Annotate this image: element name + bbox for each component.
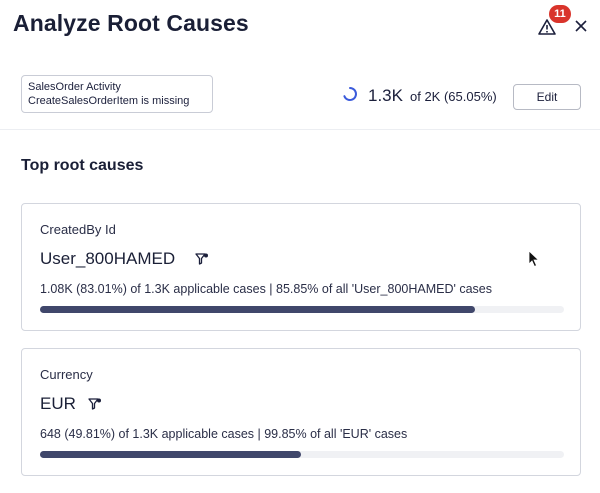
close-icon[interactable] [571, 16, 591, 36]
cause-statistics: 648 (49.81%) of 1.3K applicable cases | … [40, 427, 408, 441]
page-title: Analyze Root Causes [13, 10, 249, 36]
root-cause-card[interactable]: CreatedBy Id User_800HAMED 1.08K (83.01%… [21, 203, 581, 331]
cause-attribute-value: EUR [40, 394, 76, 413]
mouse-cursor-icon [528, 250, 540, 268]
coverage-progress-bar [40, 451, 564, 458]
cause-attribute-label: CreatedBy Id [40, 222, 116, 237]
cause-attribute-value: User_800HAMED [40, 249, 176, 268]
coverage-progress-fill [40, 306, 475, 313]
case-count: 1.3K [368, 86, 403, 105]
root-cause-panel: Analyze Root Causes 11 SalesOrder Activi… [0, 0, 600, 493]
filter-line-condition: CreateSalesOrderItem is missing [28, 95, 190, 107]
edit-button[interactable]: Edit [513, 84, 581, 110]
header-divider [0, 129, 600, 130]
alert-count-badge: 11 [549, 5, 571, 23]
coverage-progress-fill [40, 451, 301, 458]
root-cause-card[interactable]: Currency EUR 648 (49.81%) of 1.3K applic… [21, 348, 581, 476]
filter-icon[interactable] [195, 252, 209, 266]
cause-statistics: 1.08K (83.01%) of 1.3K applicable cases … [40, 282, 493, 296]
activity-filter-chip[interactable]: SalesOrder Activity CreateSalesOrderItem… [21, 75, 213, 113]
cause-attribute-label: Currency [40, 367, 93, 382]
coverage-progress-bar [40, 306, 564, 313]
section-title: Top root causes [21, 157, 144, 174]
spinner-icon [342, 86, 358, 102]
filter-icon[interactable] [88, 397, 102, 411]
filter-line-activity: SalesOrder Activity [28, 81, 121, 93]
case-count-total: of 2K (65.05%) [410, 89, 497, 104]
